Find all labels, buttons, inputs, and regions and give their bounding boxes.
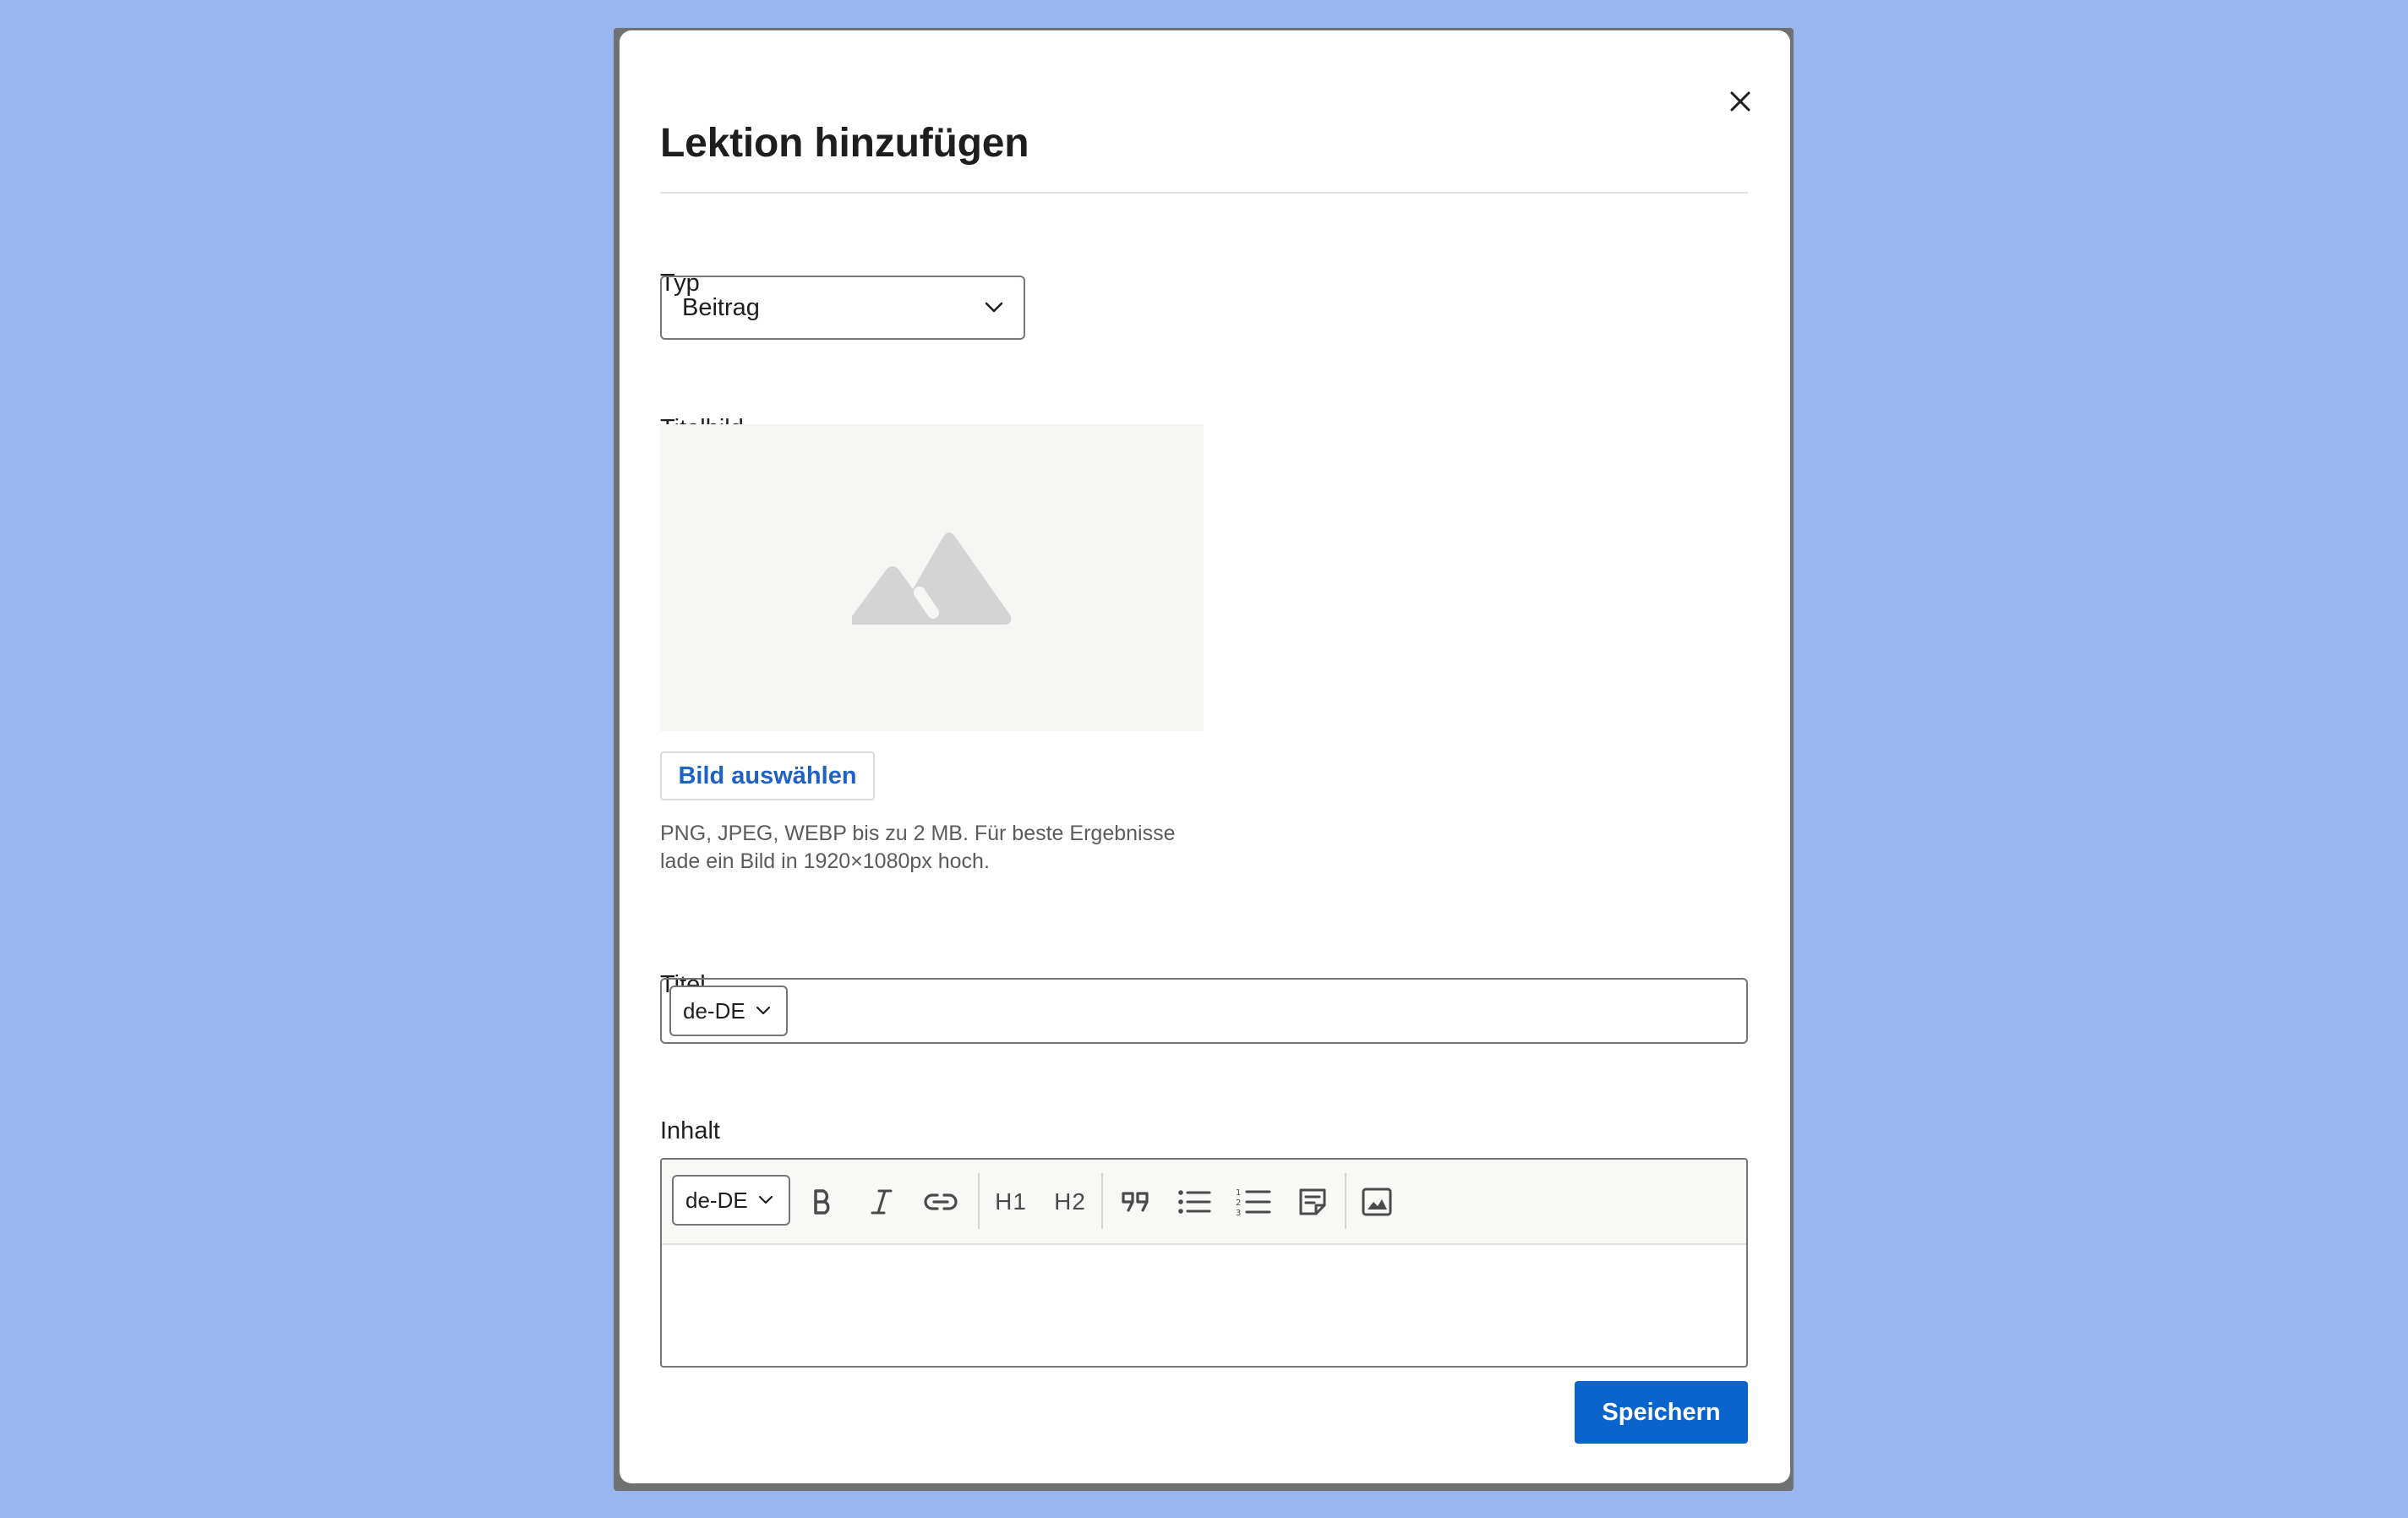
title-divider [660,192,1748,194]
bullet-list-icon [1178,1190,1211,1214]
svg-text:3: 3 [1236,1209,1241,1217]
content-label: Inhalt [660,1117,720,1144]
insert-image-button[interactable] [1357,1182,1397,1222]
note-block-button[interactable] [1292,1182,1333,1222]
heading-2-label: H2 [1054,1188,1086,1215]
select-image-button[interactable]: Bild auswählen [660,751,875,800]
title-field: de-DE [660,978,1748,1044]
svg-text:2: 2 [1236,1199,1241,1208]
type-select-value: Beitrag [682,293,760,321]
title-locale-value: de-DE [683,997,745,1024]
numbered-list-icon: 1 2 3 [1236,1188,1271,1217]
image-upload-hint: PNG, JPEG, WEBP bis zu 2 MB. Für beste E… [660,820,1252,876]
note-icon [1299,1188,1326,1215]
svg-text:1: 1 [1236,1188,1241,1198]
dialog-title: Lektion hinzufügen [660,121,1029,166]
image-upload-hint-line-1: PNG, JPEG, WEBP bis zu 2 MB. Für beste E… [660,822,1176,845]
bold-icon [814,1189,830,1215]
italic-button[interactable] [861,1182,902,1222]
chevron-down-icon [985,302,1003,313]
save-button[interactable]: Speichern [1575,1381,1748,1444]
close-button[interactable] [1720,81,1761,122]
bold-button[interactable] [802,1182,843,1222]
blockquote-button[interactable] [1115,1182,1155,1222]
content-editor: de-DE H1 H2 1 2 3 [660,1158,1748,1368]
editor-toolbar: de-DE H1 H2 1 2 3 [662,1160,1746,1245]
cover-image-placeholder [660,424,1204,731]
heading-1-button[interactable]: H1 [991,1182,1031,1222]
link-button[interactable] [920,1182,961,1222]
title-locale-select[interactable]: de-DE [669,986,788,1036]
link-icon [924,1193,958,1210]
heading-1-label: H1 [995,1188,1027,1215]
title-input[interactable] [797,985,1738,1039]
heading-2-button[interactable]: H2 [1050,1182,1090,1222]
content-editor-body[interactable] [662,1245,1746,1366]
chevron-down-icon [758,1195,773,1204]
type-select[interactable]: Beitrag [660,276,1025,340]
toolbar-separator [1345,1173,1346,1229]
toolbar-separator [978,1173,980,1229]
mountain-image-icon [851,532,1011,625]
bullet-list-button[interactable] [1174,1182,1215,1222]
image-icon [1362,1188,1392,1216]
image-upload-hint-line-2: lade ein Bild in 1920×1080px hoch. [660,849,990,873]
toolbar-separator [1101,1173,1103,1229]
chevron-down-icon [756,1006,770,1015]
content-locale-value: de-DE [685,1187,748,1213]
quote-icon [1122,1192,1149,1212]
italic-icon [871,1189,893,1215]
numbered-list-button[interactable]: 1 2 3 [1233,1182,1274,1222]
content-locale-select[interactable]: de-DE [672,1175,790,1226]
close-icon [1730,91,1750,112]
add-lesson-dialog: Lektion hinzufügen Typ Beitrag Titelbild… [620,30,1790,1483]
